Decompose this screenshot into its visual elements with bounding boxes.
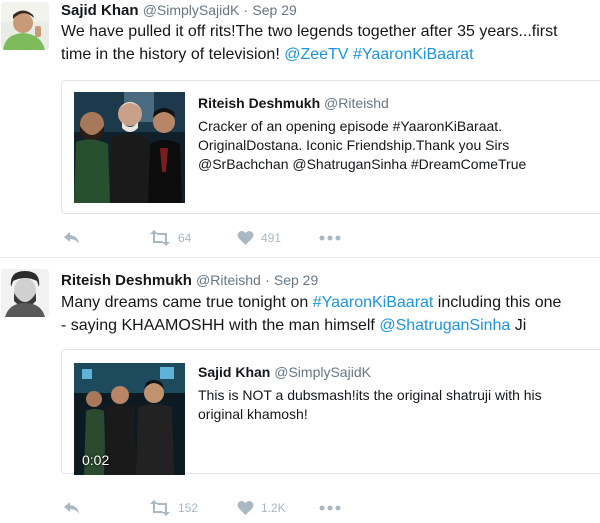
retweet-count: 64 [178, 231, 192, 245]
quoted-tweet-text: Cracker of an opening episode #YaaronKiB… [198, 117, 593, 174]
author-handle[interactable]: @SimplySajidK [143, 2, 240, 18]
retweet-count: 152 [178, 501, 199, 515]
author-handle[interactable]: @Riteishd [196, 272, 261, 288]
like-button[interactable]: 491 [237, 228, 281, 248]
tweet-text-segment: Many dreams came true tonight on [61, 294, 313, 311]
avatar[interactable] [1, 269, 49, 317]
tweet-text: We have pulled it off rits!The two legen… [61, 20, 596, 66]
tweet: Riteish Deshmukh @Riteishd · Sep 29 Many… [0, 260, 600, 523]
reply-button[interactable] [63, 228, 81, 248]
quoted-tweet-header: Sajid Khan @SimplySajidK [198, 364, 371, 380]
author-name[interactable]: Riteish Deshmukh [61, 272, 192, 289]
quoted-author-handle: @SimplySajidK [274, 364, 371, 380]
reply-icon [63, 500, 81, 516]
tweet-text-line: We have pulled it off rits!The two legen… [61, 23, 558, 40]
quoted-author-name: Sajid Khan [198, 364, 271, 380]
author-name[interactable]: Sajid Khan [61, 2, 139, 19]
more-icon [319, 505, 341, 511]
tweet-text-segment: time in the history of television! [61, 46, 285, 63]
quoted-text-line: OriginalDostana. Iconic Friendship.Thank… [198, 137, 510, 153]
tweet-actions: 64 491 [61, 228, 461, 248]
quoted-text-line: Cracker of an opening episode #YaaronKiB… [198, 118, 503, 134]
tweet-header: Riteish Deshmukh @Riteishd · Sep 29 [61, 272, 318, 289]
quoted-tweet-text: This is NOT a dubsmash!its the original … [198, 386, 593, 424]
separator-dot: · [243, 2, 249, 18]
tweet-timestamp[interactable]: Sep 29 [274, 272, 318, 288]
tweet: Sajid Khan @SimplySajidK · Sep 29 We hav… [0, 0, 600, 258]
quoted-author-handle: @Riteishd [324, 95, 389, 111]
reply-button[interactable] [63, 498, 81, 518]
more-button[interactable] [319, 498, 341, 518]
tweet-text-segment: including this one [433, 294, 562, 311]
more-button[interactable] [319, 228, 341, 248]
quoted-text-line: @SrBachchan @ShatruganSinha #DreamComeTr… [198, 156, 527, 172]
separator-dot: · [265, 272, 270, 288]
like-count: 1.2K [261, 501, 286, 515]
quoted-tweet[interactable]: Riteish Deshmukh @Riteishd Cracker of an… [61, 80, 600, 214]
like-count: 491 [261, 231, 282, 245]
tweet-text-segment: - saying KHAAMOSHH with the man himself [61, 317, 380, 334]
tweet-text: Many dreams came true tonight on #Yaaron… [61, 291, 596, 337]
tweet-actions: 152 1.2K [61, 498, 461, 518]
quoted-text-line: This is NOT a dubsmash!its the original … [198, 387, 542, 403]
quoted-tweet-video[interactable]: 0:02 [74, 363, 185, 475]
retweet-icon [149, 500, 171, 516]
retweet-icon [149, 230, 171, 246]
quoted-tweet-header: Riteish Deshmukh @Riteishd [198, 95, 389, 111]
tweet-text-segment: Ji [510, 317, 527, 334]
heart-icon [237, 500, 254, 516]
mention-link[interactable]: @ShatruganSinha [379, 317, 510, 334]
tweet-text-line: time in the history of television! @ZeeT… [61, 43, 596, 66]
heart-icon [237, 230, 254, 246]
quoted-text-line: original khamosh! [198, 406, 308, 422]
tweet-timestamp[interactable]: Sep 29 [252, 2, 296, 18]
tweet-text-line: - saying KHAAMOSHH with the man himself … [61, 314, 596, 337]
avatar[interactable] [1, 2, 49, 50]
more-icon [319, 235, 341, 241]
hashtag-link[interactable]: #YaaronKiBaarat [353, 46, 474, 63]
video-duration: 0:02 [82, 452, 110, 468]
reply-icon [63, 230, 81, 246]
tweet-header: Sajid Khan @SimplySajidK · Sep 29 [61, 2, 297, 19]
retweet-button[interactable]: 64 [149, 228, 191, 248]
hashtag-link[interactable]: #YaaronKiBaarat [313, 294, 434, 311]
like-button[interactable]: 1.2K [237, 498, 286, 518]
quoted-tweet[interactable]: 0:02 Sajid Khan @SimplySajidK This is NO… [61, 349, 600, 475]
tweet-text-line: Many dreams came true tonight on #Yaaron… [61, 291, 596, 314]
retweet-button[interactable]: 152 [149, 498, 198, 518]
mention-link[interactable]: @ZeeTV [284, 46, 348, 63]
quoted-author-name: Riteish Deshmukh [198, 95, 321, 111]
quoted-tweet-photo[interactable] [74, 92, 185, 203]
